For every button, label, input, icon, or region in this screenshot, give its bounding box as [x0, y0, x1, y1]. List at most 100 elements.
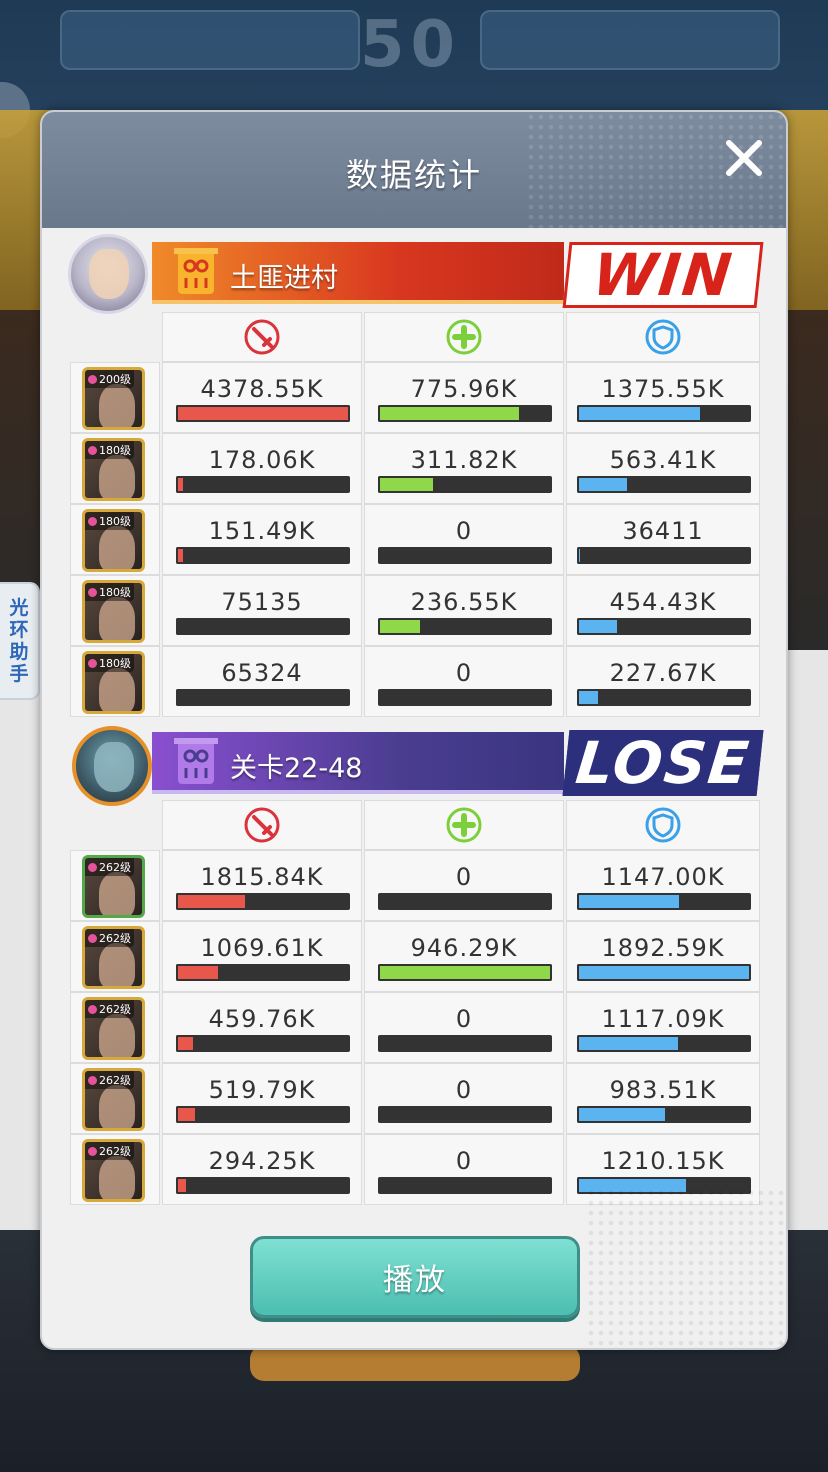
hero-level: 262级 [99, 932, 131, 945]
heal-value: 946.29K [410, 934, 518, 962]
hero-stat-row: 200级 4378.55K 775.96K 1375.55K [70, 362, 760, 433]
play-button[interactable]: 播放 [250, 1236, 580, 1318]
hero-portrait-image [99, 668, 135, 711]
heal-cell: 0 [364, 504, 564, 575]
background-score: 50 [360, 8, 462, 82]
tank-cell: 454.43K [566, 575, 760, 646]
hero-portrait[interactable]: 262级 [82, 926, 145, 989]
tank-bar [577, 476, 751, 493]
tank-bar-fill [577, 547, 583, 564]
hero-rows-win: 200级 4378.55K 775.96K 1375.55K 180级 178.… [70, 362, 760, 717]
hero-level-badge: 262级 [85, 858, 134, 876]
plus-heal-icon [446, 807, 482, 843]
hero-gem-icon [88, 517, 97, 526]
team-banner-lose: 关卡22-48 [152, 732, 564, 794]
team-name: 土匪进村 [230, 263, 338, 294]
hero-portrait[interactable]: 180级 [82, 580, 145, 643]
tank-value: 36411 [622, 517, 704, 545]
tank-value: 454.43K [609, 588, 717, 616]
heal-cell: 946.29K [364, 921, 564, 992]
damage-header [162, 312, 362, 362]
hero-gem-icon [88, 863, 97, 872]
damage-bar [176, 618, 350, 635]
hero-portrait[interactable]: 180级 [82, 509, 145, 572]
hero-gem-icon [88, 375, 97, 384]
hero-stat-row: 262级 1069.61K 946.29K 1892.59K [70, 921, 760, 992]
hero-portrait[interactable]: 262级 [82, 855, 145, 918]
tank-bar [577, 964, 751, 981]
hero-portrait[interactable]: 262级 [82, 997, 145, 1060]
damage-bar [176, 689, 350, 706]
damage-cell: 151.49K [162, 504, 362, 575]
dialog-header: 数据统计 [42, 112, 786, 228]
tank-bar [577, 893, 751, 910]
damage-cell: 4378.55K [162, 362, 362, 433]
background-orange-button [250, 1345, 580, 1381]
damage-value: 1069.61K [200, 934, 324, 962]
hero-level: 200级 [99, 373, 131, 386]
hero-cell: 262级 [70, 921, 160, 992]
heal-value: 311.82K [410, 446, 518, 474]
tank-value: 983.51K [609, 1076, 717, 1104]
tank-bar [577, 405, 751, 422]
hero-level: 180级 [99, 515, 131, 528]
damage-bar [176, 1035, 350, 1052]
hero-portrait[interactable]: 262级 [82, 1068, 145, 1131]
side-helper-char: 助 [9, 641, 29, 663]
hero-cell: 200级 [70, 362, 160, 433]
tank-value: 1117.09K [601, 1005, 725, 1033]
tank-bar-fill [577, 1035, 680, 1052]
hero-portrait[interactable]: 262级 [82, 1139, 145, 1202]
damage-bar-fill [176, 405, 350, 422]
hero-level-badge: 180级 [85, 654, 134, 672]
tank-cell: 36411 [566, 504, 760, 575]
damage-value: 65324 [221, 659, 303, 687]
hero-portrait-image [99, 872, 135, 915]
hero-cell: 262级 [70, 992, 160, 1063]
damage-cell: 1069.61K [162, 921, 362, 992]
hero-portrait-image [99, 943, 135, 986]
shield-tank-icon [645, 807, 681, 843]
hero-portrait[interactable]: 180级 [82, 438, 145, 501]
battle-statistics-dialog: 数据统计 土匪进村 WIN 200级 4378.55K 775.96K 1375… [40, 110, 788, 1350]
heal-cell: 0 [364, 1134, 564, 1205]
shield-tank-icon [645, 319, 681, 355]
hero-portrait[interactable]: 180级 [82, 651, 145, 714]
left-team-pill [60, 10, 360, 70]
sword-damage-icon [244, 319, 280, 355]
side-helper-button[interactable]: 光 环 助 手 [0, 582, 40, 700]
damage-cell: 1815.84K [162, 850, 362, 921]
stats-header [70, 800, 760, 850]
damage-bar-fill [176, 476, 185, 493]
damage-cell: 519.79K [162, 1063, 362, 1134]
hero-level: 180级 [99, 586, 131, 599]
damage-bar [176, 476, 350, 493]
heal-cell: 775.96K [364, 362, 564, 433]
side-helper-char: 光 [9, 597, 29, 619]
team-avatar [68, 234, 148, 314]
hero-level: 180级 [99, 444, 131, 457]
hero-level-badge: 262级 [85, 1071, 134, 1089]
hero-cell: 180级 [70, 646, 160, 717]
hero-stat-row: 180级 151.49K 0 36411 [70, 504, 760, 575]
heal-value: 0 [455, 659, 473, 687]
hero-portrait[interactable]: 200级 [82, 367, 145, 430]
heal-cell: 0 [364, 992, 564, 1063]
hero-portrait-image [99, 597, 135, 640]
damage-bar [176, 1106, 350, 1123]
hero-level-badge: 180级 [85, 512, 134, 530]
tank-bar-fill [577, 1106, 668, 1123]
hero-cell: 262级 [70, 850, 160, 921]
hero-gem-icon [88, 1147, 97, 1156]
heal-cell: 0 [364, 646, 564, 717]
close-button[interactable] [720, 134, 768, 182]
hero-cell: 262级 [70, 1134, 160, 1205]
hero-gem-icon [88, 588, 97, 597]
team-emblem-icon [174, 248, 218, 294]
heal-value: 0 [455, 1076, 473, 1104]
result-badge-win: WIN [562, 241, 764, 309]
tank-cell: 563.41K [566, 433, 760, 504]
close-icon [726, 140, 762, 176]
heal-bar [378, 1106, 552, 1123]
tank-cell: 227.67K [566, 646, 760, 717]
